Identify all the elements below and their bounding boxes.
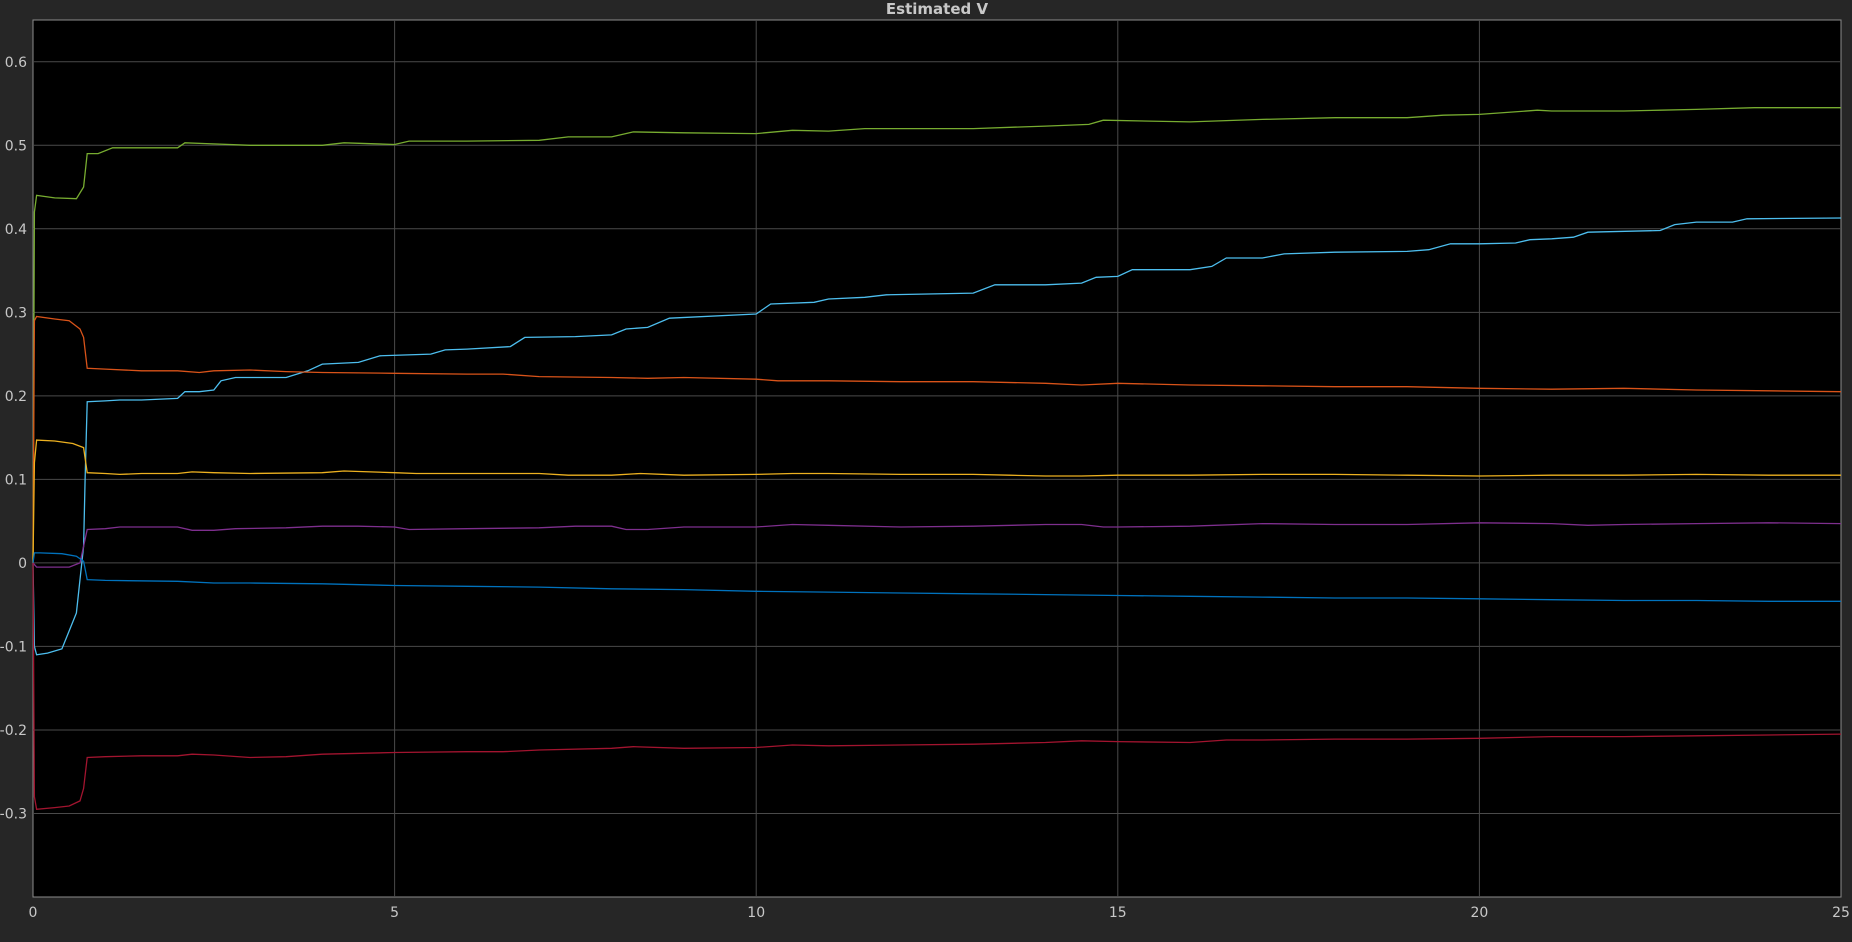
- y-tick-label: -0.2: [0, 723, 27, 739]
- x-tick-label: 10: [747, 905, 765, 921]
- plot-canvas: Estimated V 0 5 10 15 20 25 -0.3 -0.2 -0.1 0 0.1 0…: [0, 0, 1850, 921]
- chart-title: Estimated V: [886, 0, 989, 18]
- y-tick-label: 0.3: [5, 305, 27, 321]
- y-tick-label: 0.5: [5, 138, 27, 154]
- y-tick-label: 0.6: [5, 55, 27, 71]
- x-tick-label: 0: [29, 905, 38, 921]
- y-tick-label: 0.1: [5, 472, 27, 488]
- y-tick-label: 0: [18, 556, 27, 572]
- x-axis-ticks: 0 5 10 15 20 25: [29, 905, 1850, 921]
- y-tick-label: -0.1: [0, 639, 27, 655]
- x-tick-label: 20: [1470, 905, 1488, 921]
- y-tick-label: 0.2: [5, 389, 27, 405]
- y-tick-label: -0.3: [0, 806, 27, 822]
- x-tick-label: 5: [390, 905, 399, 921]
- x-tick-label: 25: [1832, 905, 1850, 921]
- x-tick-label: 15: [1109, 905, 1127, 921]
- plot-area[interactable]: [32, 19, 1842, 898]
- scope-window: Estimated V 0 5 10 15 20 25 -0.3 -0.2 -0.1 0 0.1 0…: [0, 0, 1852, 942]
- y-axis-ticks: -0.3 -0.2 -0.1 0 0.1 0.2 0.3 0.4 0.5 0.6: [0, 55, 27, 823]
- y-tick-label: 0.4: [5, 222, 27, 238]
